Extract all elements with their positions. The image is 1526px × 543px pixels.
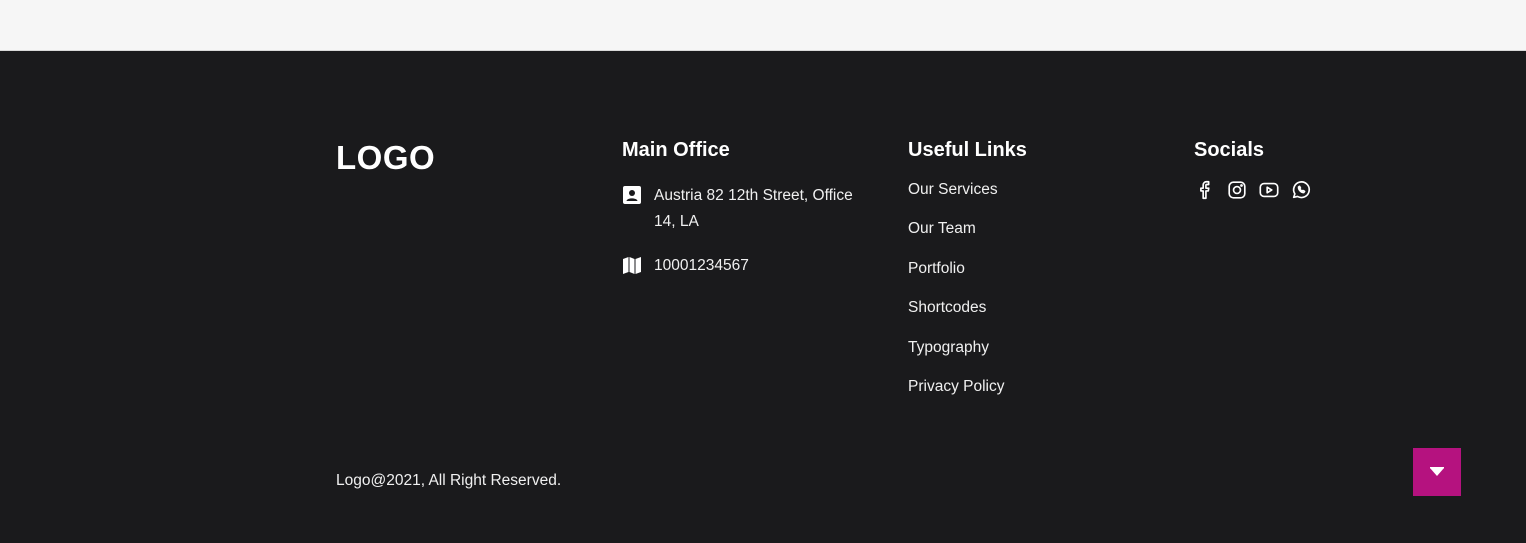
main-office-heading: Main Office xyxy=(622,139,730,161)
facebook-icon[interactable] xyxy=(1194,179,1216,201)
useful-links-heading: Useful Links xyxy=(908,139,1027,161)
socials-heading: Socials xyxy=(1194,139,1265,161)
link-our-team[interactable]: Our Team xyxy=(908,220,976,237)
phone-text: 10001234567 xyxy=(654,257,749,274)
site-footer: LOGO Main Office Austria 82 12th Street,… xyxy=(0,51,1526,543)
link-item: Our Services xyxy=(908,181,1004,220)
link-item: Portfolio xyxy=(908,260,1004,299)
caret-down-icon xyxy=(1430,467,1444,476)
address-card-icon xyxy=(623,186,641,204)
link-item: Typography xyxy=(908,339,1004,378)
copyright-text: Logo@2021, All Right Reserved. xyxy=(336,472,562,489)
address-text: Austria 82 12th Street, Office 14, LA xyxy=(654,187,853,230)
link-item: Our Team xyxy=(908,220,1004,259)
whatsapp-icon[interactable] xyxy=(1290,179,1312,201)
address-row: Austria 82 12th Street, Office 14, LA xyxy=(622,183,872,235)
link-shortcodes[interactable]: Shortcodes xyxy=(908,299,986,316)
footer-logo[interactable]: LOGO xyxy=(336,139,435,177)
link-our-services[interactable]: Our Services xyxy=(908,181,998,198)
top-strip xyxy=(0,0,1526,51)
link-item: Shortcodes xyxy=(908,299,1004,338)
map-icon xyxy=(623,257,641,274)
useful-links-list: Our Services Our Team Portfolio Shortcod… xyxy=(908,181,1004,417)
scroll-toggle-button[interactable] xyxy=(1413,448,1461,496)
link-privacy-policy[interactable]: Privacy Policy xyxy=(908,378,1004,395)
social-icons-row xyxy=(1194,179,1312,201)
link-typography[interactable]: Typography xyxy=(908,339,989,356)
link-portfolio[interactable]: Portfolio xyxy=(908,260,965,277)
phone-row: 10001234567 xyxy=(622,253,872,279)
link-item: Privacy Policy xyxy=(908,378,1004,417)
instagram-icon[interactable] xyxy=(1226,179,1248,201)
youtube-icon[interactable] xyxy=(1258,179,1280,201)
